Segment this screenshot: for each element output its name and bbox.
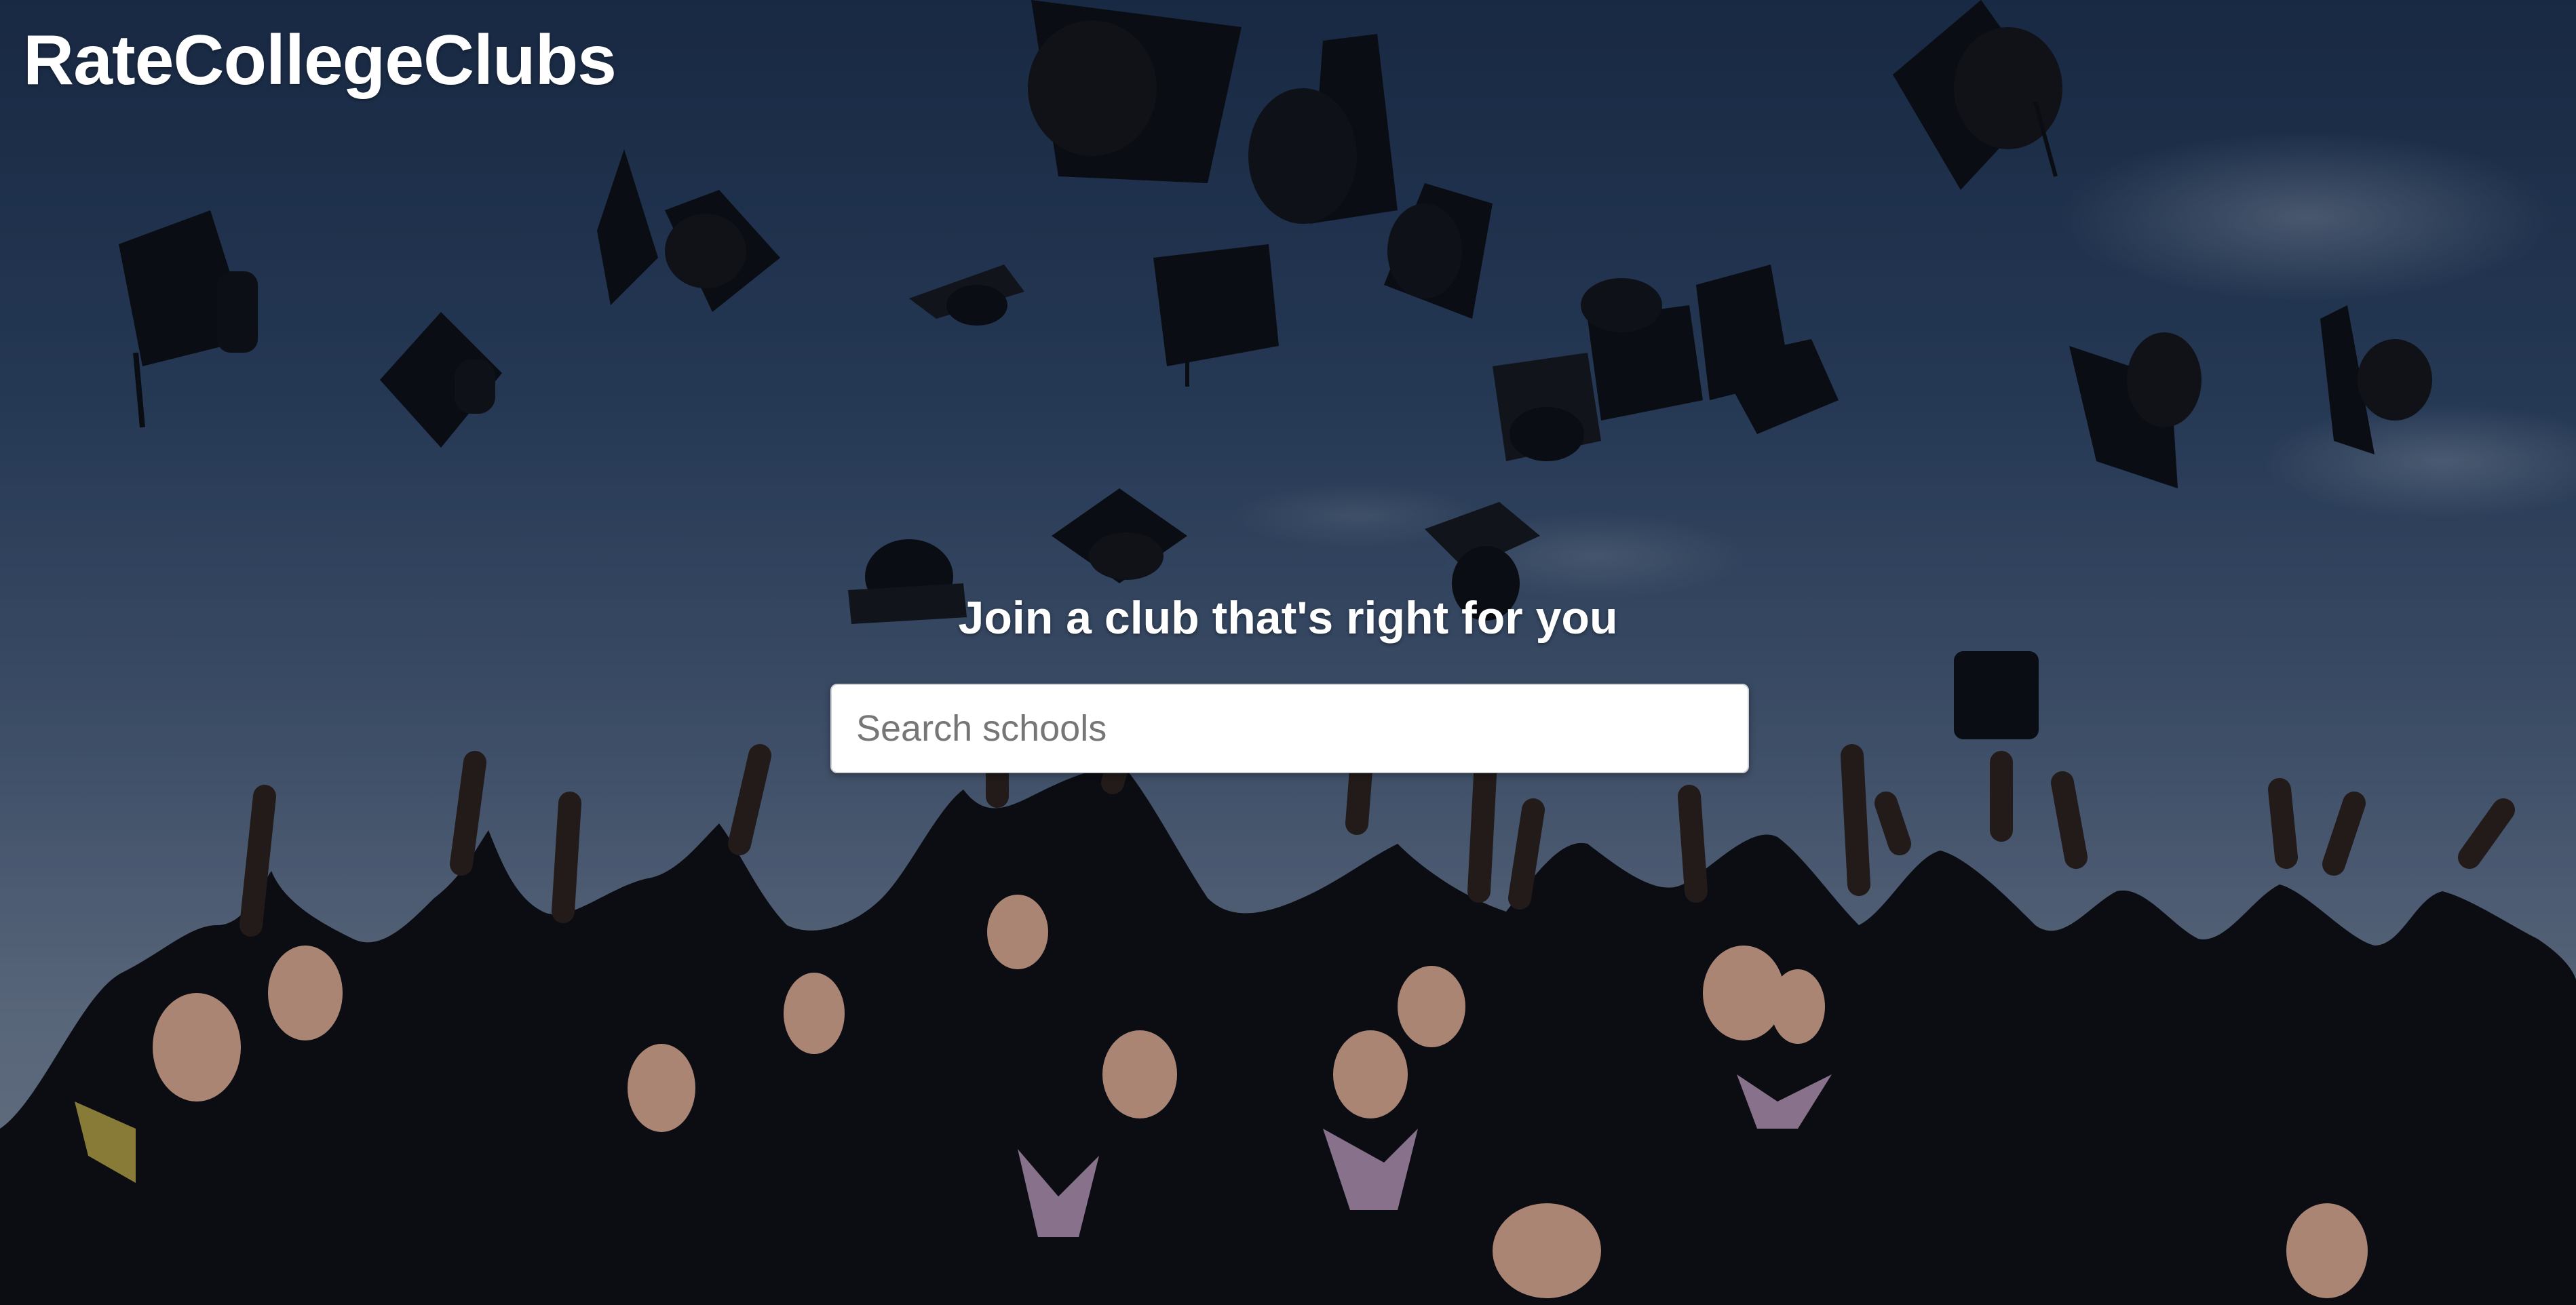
background-overlay bbox=[0, 0, 2576, 1305]
site-logo[interactable]: RateCollegeClubs bbox=[23, 20, 617, 101]
hero-section: RateCollegeClubs Join a club that's righ… bbox=[0, 0, 2576, 1305]
search-schools-input[interactable] bbox=[830, 684, 1749, 773]
hero-tagline: Join a club that's right for you bbox=[958, 592, 1618, 644]
